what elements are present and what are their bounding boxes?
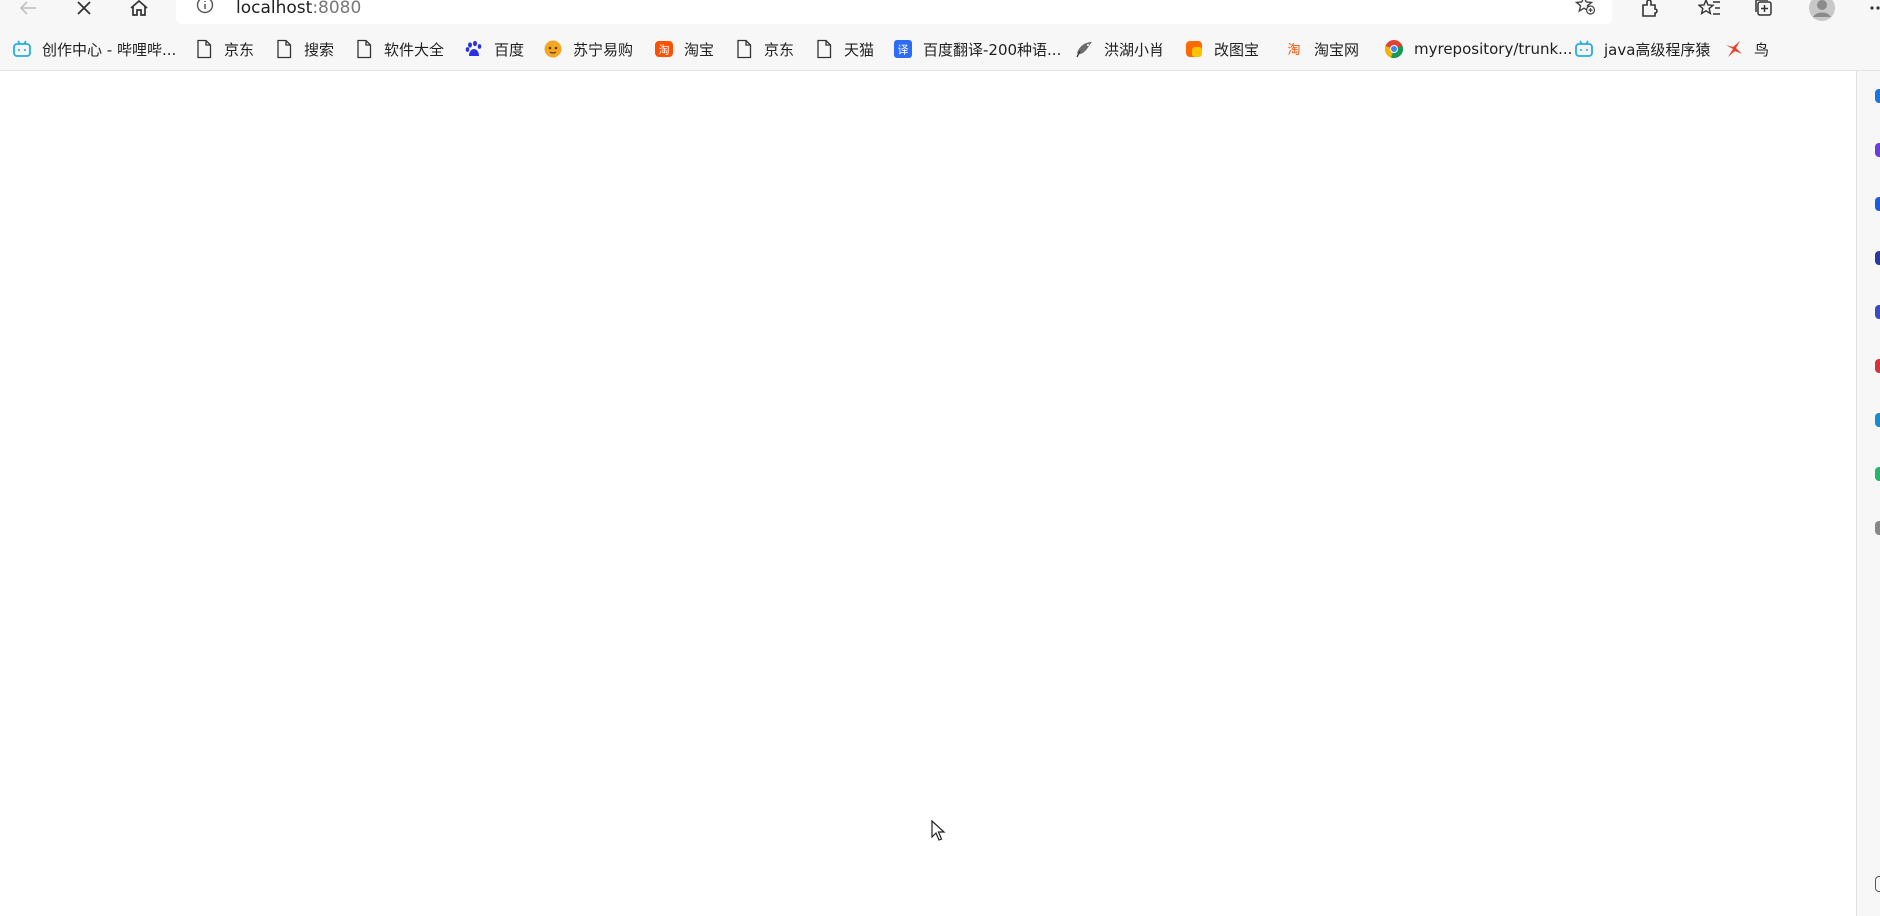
red-bird-icon	[1724, 39, 1744, 59]
puzzle-icon	[1642, 0, 1658, 17]
bookmark-label: 苏宁易购	[573, 40, 634, 59]
browser-window: localhost:8080 创作中心 - 哔哩哔... 京东 搜索 软件大全 …	[0, 0, 1880, 916]
sidebar-people-icon[interactable]	[1875, 305, 1880, 319]
gaitubao-icon	[1184, 39, 1204, 59]
sidebar-tools-icon[interactable]	[1875, 143, 1880, 157]
back-button[interactable]	[10, 0, 46, 26]
info-icon	[196, 0, 214, 14]
bookmark-item[interactable]: 淘 淘宝网	[1284, 38, 1359, 60]
bookmark-item[interactable]: 苏宁易购	[543, 38, 633, 60]
bookmark-item[interactable]: 译 百度翻译-200种语...	[893, 38, 1061, 60]
collections-icon	[1755, 0, 1772, 16]
bookmark-item[interactable]: 搜索	[274, 38, 334, 60]
bookmark-item[interactable]: 天猫	[814, 38, 874, 60]
collections-button[interactable]	[1746, 0, 1782, 26]
translate-icon: 译	[893, 39, 913, 59]
bookmark-label: 鸟	[1754, 40, 1770, 59]
taobao-icon: 淘	[654, 39, 674, 59]
bookmark-item[interactable]: 改图宝	[1184, 38, 1259, 60]
svg-text:淘: 淘	[1287, 43, 1300, 58]
address-host: localhost	[236, 0, 313, 18]
address-port: :8080	[312, 0, 362, 18]
svg-text:译: 译	[898, 44, 909, 57]
avatar-icon	[1809, 0, 1835, 21]
taobao-icon: 淘	[1284, 39, 1304, 59]
page-icon	[194, 39, 214, 59]
page-icon	[734, 39, 754, 59]
edge-sidebar	[1856, 71, 1880, 916]
bookmark-label: 淘宝网	[1314, 40, 1360, 59]
suning-icon	[543, 39, 563, 59]
bilibili-icon	[1574, 39, 1594, 59]
bookmark-item[interactable]: 京东	[194, 38, 254, 60]
sidebar-shopping-icon[interactable]	[1875, 359, 1880, 373]
bookmark-label: 百度翻译-200种语...	[923, 40, 1062, 59]
sidebar-outlook-icon[interactable]	[1875, 413, 1880, 427]
bookmark-label: 京东	[764, 40, 795, 59]
page-icon	[354, 39, 374, 59]
page-icon	[814, 39, 834, 59]
address-url[interactable]: localhost:8080	[236, 0, 361, 18]
sidebar-add-icon[interactable]	[1875, 521, 1880, 535]
bookmark-item[interactable]: 软件大全	[354, 38, 444, 60]
bilibili-icon	[12, 39, 32, 59]
bookmark-label: myrepository/trunk...	[1414, 40, 1573, 58]
bookmark-item[interactable]: java高级程序猿	[1574, 38, 1710, 60]
baidu-paw-icon	[464, 39, 484, 59]
bookmark-item[interactable]: 鸟	[1724, 38, 1769, 60]
address-bar[interactable]: localhost:8080	[176, 0, 1612, 24]
settings-more-button[interactable]	[1860, 0, 1880, 26]
bookmark-label: 百度	[494, 40, 525, 59]
arrow-left-icon	[19, 1, 36, 15]
more-icon	[1870, 6, 1880, 10]
bookmark-label: 洪湖小肖	[1104, 40, 1165, 59]
bookmark-label: 软件大全	[384, 40, 445, 59]
page-content[interactable]	[0, 71, 1856, 916]
bookmark-item[interactable]: 创作中心 - 哔哩哔...	[12, 38, 176, 60]
sidebar-office-icon[interactable]	[1875, 251, 1880, 265]
bookmark-item[interactable]: 淘 淘宝	[654, 38, 714, 60]
sidebar-settings-icon[interactable]	[1875, 876, 1880, 892]
bookmark-item[interactable]: 百度	[464, 38, 524, 60]
bird-icon	[1074, 39, 1094, 59]
sidebar-games-icon[interactable]	[1875, 197, 1880, 211]
bookmark-label: 天猫	[844, 40, 875, 59]
mouse-cursor-icon	[931, 820, 946, 841]
bookmark-label: 创作中心 - 哔哩哔...	[42, 40, 177, 59]
favorites-button[interactable]	[1692, 0, 1728, 26]
profile-button[interactable]	[1804, 0, 1840, 26]
svg-text:淘: 淘	[659, 44, 670, 57]
stop-loading-button[interactable]	[66, 0, 102, 26]
sidebar-search-icon[interactable]	[1875, 89, 1880, 103]
bookmark-label: 改图宝	[1214, 40, 1260, 59]
favorites-list-icon	[1698, 0, 1720, 15]
close-icon	[77, 1, 91, 15]
home-button[interactable]	[121, 0, 157, 26]
add-favorite-icon[interactable]	[1574, 0, 1596, 16]
bookmark-label: 搜索	[304, 40, 335, 59]
bookmark-item[interactable]: 京东	[734, 38, 794, 60]
chrome-icon	[1384, 39, 1404, 59]
bookmark-item[interactable]: myrepository/trunk...	[1384, 38, 1572, 60]
extensions-button[interactable]	[1632, 0, 1668, 26]
home-icon	[130, 0, 148, 16]
bookmark-label: 京东	[224, 40, 255, 59]
sidebar-drop-icon[interactable]	[1875, 467, 1880, 481]
bookmarks-bar: 创作中心 - 哔哩哔... 京东 搜索 软件大全 百度 苏宁易购 淘 淘宝 京东…	[0, 28, 1880, 71]
browser-toolbar: localhost:8080	[0, 0, 1880, 28]
bookmark-label: java高级程序猿	[1604, 40, 1711, 59]
bookmark-item[interactable]: 洪湖小肖	[1074, 38, 1164, 60]
page-icon	[274, 39, 294, 59]
bookmark-label: 淘宝	[684, 40, 715, 59]
